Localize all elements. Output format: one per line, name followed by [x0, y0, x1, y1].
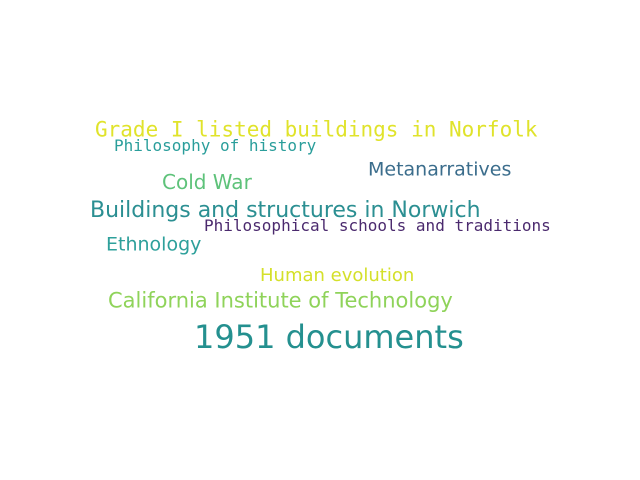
word-human-evolution: Human evolution [260, 265, 415, 286]
word-metanarratives: Metanarratives [368, 158, 512, 181]
word-philosophy-of-history: Philosophy of history [114, 136, 317, 155]
word-ethnology: Ethnology [106, 233, 202, 256]
word-philosophical-schools: Philosophical schools and traditions [204, 216, 551, 235]
word-cloud: Grade I listed buildings in Norfolk Phil… [0, 0, 640, 480]
word-caltech: California Institute of Technology [108, 288, 453, 313]
word-1951-documents: 1951 documents [194, 318, 464, 356]
word-cold-war: Cold War [162, 170, 252, 194]
